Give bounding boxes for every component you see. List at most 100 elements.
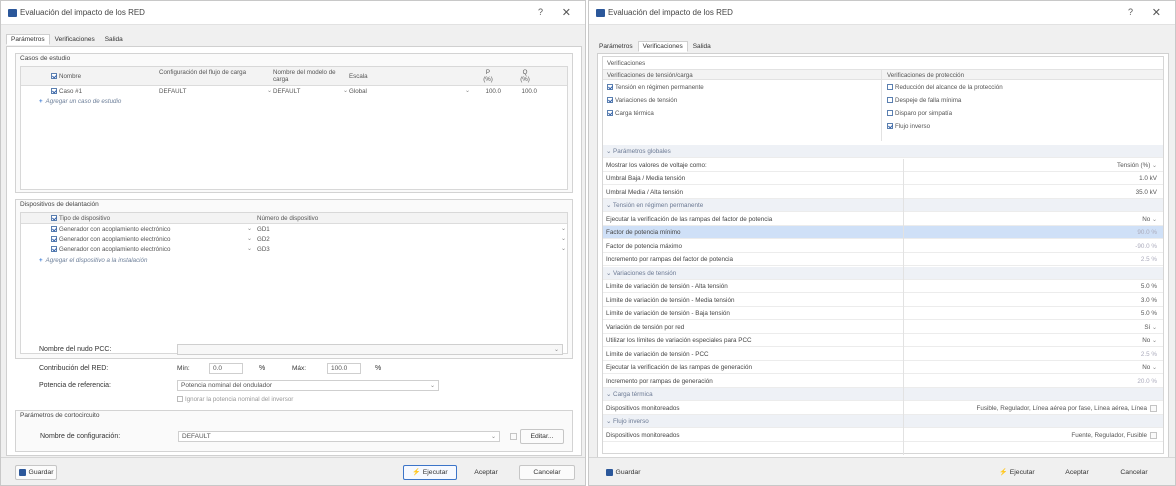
checkbox[interactable] [887,110,893,117]
edit-icon[interactable] [1150,431,1157,439]
device-type[interactable]: Generador con acoplamiento electrónico [51,236,170,243]
property-row[interactable]: Ejecutar la verificación de las rampas d… [603,361,1163,374]
select-all-checkbox[interactable] [51,215,57,222]
verification-checkbox[interactable]: Reducción del alcance de la protección [887,84,1003,91]
save-button[interactable]: Guardar [601,465,645,480]
case-name[interactable]: Caso #1 [51,88,82,95]
checkbox[interactable] [177,396,183,403]
case-model-name[interactable]: DEFAULT [273,88,300,95]
verification-checkbox[interactable]: Despeje de falla mínima [887,97,961,104]
property-row[interactable]: Incremento por rampas del factor de pote… [603,253,1163,266]
section-header[interactable]: ⌄ Parámetros globales [603,145,1163,158]
header-q[interactable]: Q (%) [518,69,532,83]
property-row[interactable]: Factor de potencia mínimo 90.0 % [603,226,1163,239]
property-row[interactable]: Dispositivos monitoreados Fuente, Regulad… [603,429,1163,442]
row-value[interactable]: 35.0 kV [1136,189,1157,196]
header-device-number[interactable]: Número de dispositivo [257,215,318,222]
device-number[interactable]: GD2 [257,236,270,243]
header-model-name[interactable]: Nombre del modelo de carga [273,69,343,83]
chevron-down-icon[interactable]: ⌄ [1150,325,1157,331]
chevron-down-icon[interactable]: ⌄ [1150,163,1157,169]
row-value[interactable]: Fuente, Regulador, Fusible [1071,431,1157,439]
chevron-down-icon[interactable]: ⌄ [606,148,613,155]
section-header[interactable]: ⌄ Flujo inverso [603,415,1163,428]
save-button[interactable]: Guardar [15,465,57,480]
case-q[interactable]: 100.0 [511,88,537,95]
device-type[interactable]: Generador con acoplamiento electrónico [51,226,170,233]
device-number[interactable]: GD1 [257,226,270,233]
verification-checkbox[interactable]: Carga térmica [607,110,654,117]
chevron-down-icon[interactable]: ⌄ [247,246,252,253]
chevron-down-icon[interactable]: ⌄ [247,236,252,243]
pcc-node-dropdown[interactable]: ⌄ [177,344,563,355]
property-row[interactable]: Factor de potencia máximo -90.0 % [603,240,1163,253]
tab-parameters[interactable]: Parámetros [6,34,50,45]
tab-verifications[interactable]: Verificaciones [637,41,688,52]
header-name[interactable]: Nombre [51,73,81,80]
header-device-type[interactable]: Tipo de dispositivo [51,215,110,222]
row-value[interactable]: 5.0 % [1141,310,1157,317]
row-value[interactable]: Fusible, Regulador, Línea aérea por fase… [977,404,1157,412]
property-row[interactable]: Mostrar los valores de voltaje como: Tens… [603,159,1163,172]
edit-button[interactable]: Editar... [520,429,564,444]
verification-checkbox[interactable]: Tensión en régimen permanente [607,84,704,91]
checkbox[interactable] [887,97,893,104]
chevron-down-icon[interactable]: ⌄ [1150,217,1157,223]
verification-checkbox[interactable]: Flujo inverso [887,123,930,130]
property-row[interactable]: Límite de variación de tensión - PCC 2.5 … [603,348,1163,361]
select-all-checkbox[interactable] [51,73,57,80]
row-value[interactable]: No ⌄ [1142,216,1157,223]
chevron-down-icon[interactable]: ⌄ [561,226,566,233]
add-device-link[interactable]: + Agregar el dispositivo a la instalación [39,257,147,264]
row-value[interactable]: 2.5 % [1141,256,1157,263]
row-value[interactable]: -90.0 % [1135,243,1157,250]
row-checkbox[interactable] [51,246,57,253]
table-row[interactable]: Generador con acoplamiento electrónico ⌄… [21,236,567,244]
row-value[interactable]: 5.0 % [1141,283,1157,290]
tab-output[interactable]: Salida [688,41,716,52]
property-row[interactable]: Utilizar los límites de variación especi… [603,334,1163,347]
property-row[interactable]: Límite de variación de tensión - Baja te… [603,307,1163,320]
row-value[interactable]: Tensión (%) ⌄ [1117,162,1157,169]
row-value[interactable]: 2.5 % [1141,351,1157,358]
ref-power-dropdown[interactable]: Potencia nominal del ondulador ⌄ [177,380,439,391]
chevron-down-icon[interactable]: ⌄ [343,88,348,95]
row-value[interactable]: 3.0 % [1141,297,1157,304]
tab-verifications[interactable]: Verificaciones [50,34,100,45]
case-p[interactable]: 100.0 [475,88,501,95]
edit-icon[interactable] [1150,404,1157,412]
property-row[interactable]: Límite de variación de tensión - Media t… [603,294,1163,307]
row-value[interactable]: No ⌄ [1142,364,1157,371]
row-value[interactable]: 1.0 kV [1139,175,1157,182]
edit-icon[interactable] [510,433,517,440]
table-row[interactable]: Caso #1 DEFAULT ⌄ DEFAULT ⌄ Global ⌄ 100… [21,88,567,96]
row-value[interactable]: 20.0 % [1137,378,1157,385]
chevron-down-icon[interactable]: ⌄ [267,88,272,95]
chevron-down-icon[interactable]: ⌄ [561,246,566,253]
tab-output[interactable]: Salida [100,34,128,45]
chevron-down-icon[interactable]: ⌄ [561,236,566,243]
device-type[interactable]: Generador con acoplamiento electrónico [51,246,170,253]
checkbox[interactable] [607,84,613,91]
row-checkbox[interactable] [51,236,57,243]
row-value[interactable]: Sí ⌄ [1144,324,1157,331]
checkbox[interactable] [887,84,893,91]
cancel-button[interactable]: Cancelar [519,465,575,480]
section-header[interactable]: ⌄ Tensión en régimen permanente [603,199,1163,212]
header-load-flow[interactable]: Configuración del flujo de carga [159,69,255,76]
chevron-down-icon[interactable]: ⌄ [606,391,613,398]
device-number[interactable]: GD3 [257,246,270,253]
help-button[interactable]: ? [1128,7,1133,17]
close-button[interactable]: ✕ [562,6,571,19]
max-input[interactable]: 100.0 [327,363,361,374]
chevron-down-icon[interactable]: ⌄ [606,418,613,425]
close-button[interactable]: ✕ [1152,6,1161,19]
section-header[interactable]: ⌄ Carga térmica [603,388,1163,401]
chevron-down-icon[interactable]: ⌄ [1150,338,1157,344]
chevron-down-icon[interactable]: ⌄ [606,202,613,209]
tab-parameters[interactable]: Parámetros [594,41,638,52]
checkbox[interactable] [607,97,613,104]
header-p[interactable]: P (%) [481,69,495,83]
checkbox[interactable] [887,123,893,130]
min-input[interactable]: 0.0 [209,363,243,374]
